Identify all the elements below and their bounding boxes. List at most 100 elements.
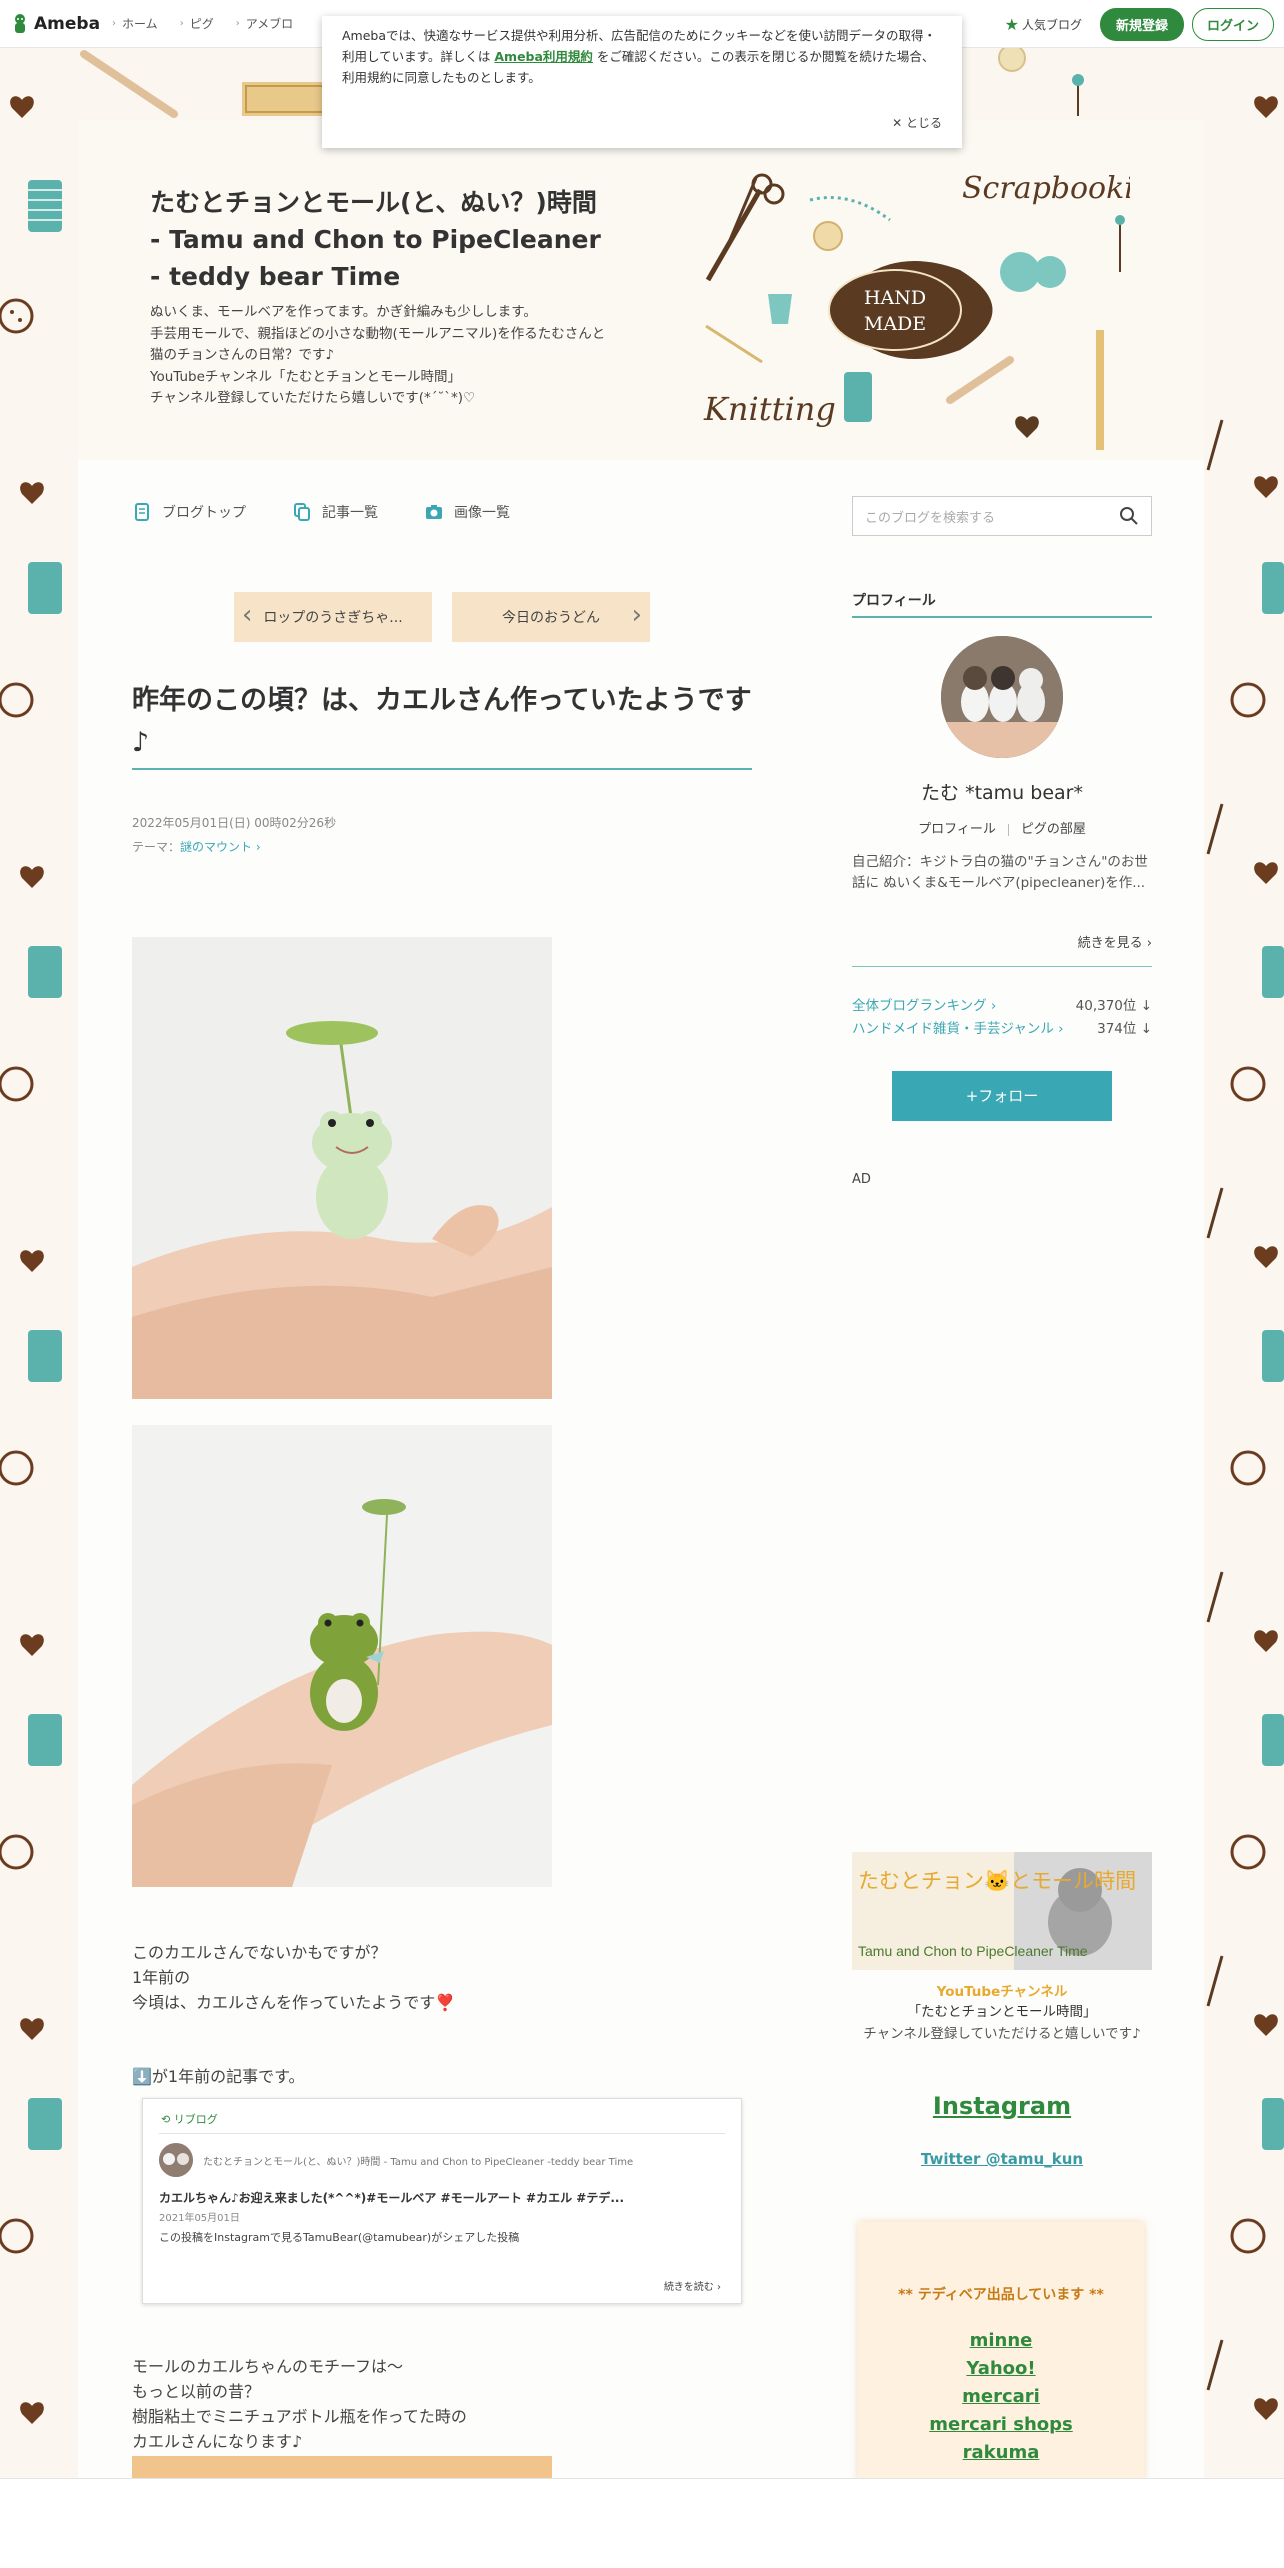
chevron-right-icon: › <box>235 18 240 29</box>
document-icon <box>135 503 149 521</box>
terms-link[interactable]: Ameba利用規約 <box>494 49 593 64</box>
needle-icon <box>1206 1187 1224 1239</box>
heart-icon <box>20 482 44 504</box>
shop-link-yahoo[interactable]: Yahoo! <box>858 2358 1144 2379</box>
shop-link-rakuma[interactable]: rakuma <box>858 2442 1144 2463</box>
article-theme: テーマ：謎のマウント › <box>132 838 261 855</box>
button-icon <box>0 298 34 334</box>
article-photo-frog-1[interactable] <box>132 937 552 1399</box>
ranking-genre[interactable]: ハンドメイド雑貨・手芸ジャンル › 374位 ↓ <box>852 1017 1152 1037</box>
button-icon <box>1230 1834 1266 1870</box>
needle-icon <box>705 324 763 364</box>
blog-title[interactable]: たむとチョンとモール(と、ぬい？)時間 - Tamu and Chon to P… <box>150 184 610 295</box>
profile-name[interactable]: たむ *tamu bear* <box>852 778 1152 805</box>
ranking-label: ハンドメイド雑貨・手芸ジャンル <box>852 1021 1054 1037</box>
blog-description-line: YouTubeチャンネル「たむとチョンとモール時間」 <box>150 368 461 385</box>
pin-icon <box>1072 74 1084 116</box>
blog-nav: ブログトップ 記事一覧 画像一覧 <box>134 502 558 522</box>
profile-more-label: 続きを見る <box>1077 936 1143 951</box>
search-icon[interactable] <box>1119 506 1139 526</box>
global-nav-home[interactable]: › ホーム <box>112 15 158 32</box>
nav-label: 画像一覧 <box>454 505 510 521</box>
knitting-script: Knitting <box>703 390 836 428</box>
shop-link-mercari[interactable]: mercari <box>858 2386 1144 2407</box>
heart-icon <box>1254 1630 1278 1652</box>
read-more-link[interactable]: 続きを読む › <box>664 2278 721 2293</box>
paragraph-line: 樹脂粘土でミニチュアボトル瓶を作ってた時の <box>132 2407 467 2426</box>
reblog-label-text: リブログ <box>173 2113 218 2126</box>
prev-article-label: ロップのうさぎちゃ... <box>263 610 403 626</box>
paragraph-line: カエルさんになります♪ <box>132 2432 303 2451</box>
reblog-label: ⟲ リブログ <box>161 2111 218 2127</box>
shop-link-minne[interactable]: minne <box>858 2330 1144 2351</box>
link-separator <box>1007 823 1009 836</box>
avatar-illustration <box>159 2143 193 2177</box>
heart-icon <box>1254 1246 1278 1268</box>
spool-icon <box>1262 562 1284 614</box>
nav-label: ブログトップ <box>162 505 246 521</box>
global-nav: › ホーム › ピグ › アメブロ <box>112 15 315 32</box>
search-input[interactable]: このブログを検索する <box>865 507 995 526</box>
shop-link-mercari-shops[interactable]: mercari shops <box>858 2414 1144 2435</box>
cookie-close-button[interactable]: ✕ とじる <box>892 113 942 134</box>
youtube-banner[interactable]: たむとチョン🐱とモール時間 Tamu and Chon to PipeClean… <box>852 1852 1152 1970</box>
pin-icon <box>1115 215 1125 272</box>
spool-icon <box>1262 1714 1284 1766</box>
article-title[interactable]: 昨年のこの頃？は、カエルさん作っていたようです♪ <box>132 680 752 764</box>
spool-icon <box>28 946 62 998</box>
ranking-value: 40,370位 <box>1075 998 1137 1014</box>
theme-name: 謎のマウント <box>180 840 253 854</box>
spool-icon <box>1262 946 1284 998</box>
register-button[interactable]: 新規登録 <box>1099 8 1184 41</box>
handmade-text: HAND <box>864 287 926 309</box>
next-article-button[interactable]: 今日のおうどん › <box>452 592 650 642</box>
handmade-text: MADE <box>864 313 926 335</box>
instagram-link[interactable]: Instagram <box>852 2092 1152 2120</box>
yarn-icon <box>1000 252 1066 292</box>
global-nav-label: アメブロ <box>245 17 294 31</box>
ranking-value: 374位 <box>1097 1021 1137 1037</box>
paragraph-line: もっと以前の昔？ <box>132 2382 261 2401</box>
popular-blog-link[interactable]: ★ 人気ブログ <box>1005 15 1082 34</box>
heart-icon <box>1254 2014 1278 2036</box>
article-photo-frog-2[interactable] <box>132 1425 552 1887</box>
theme-link[interactable]: 謎のマウント › <box>180 840 261 854</box>
nav-image-list[interactable]: 画像一覧 <box>426 502 510 522</box>
heart-icon <box>1015 416 1039 438</box>
nav-article-list[interactable]: 記事一覧 <box>294 502 378 522</box>
profile-more-link[interactable]: 続きを見る › <box>852 932 1152 951</box>
prev-article-button[interactable]: ‹ ロップのうさぎちゃ... <box>234 592 432 642</box>
global-nav-pigg[interactable]: › ピグ <box>180 15 214 32</box>
chevron-left-icon: ‹ <box>242 600 253 630</box>
article-paragraph-1: このカエルさんでないかもですが？ 1年前の 今頃は、カエルさんを作っていたようで… <box>132 1940 752 2015</box>
twitter-link[interactable]: Twitter @tamu_kun <box>852 2150 1152 2168</box>
nav-blog-top[interactable]: ブログトップ <box>134 502 246 522</box>
chevron-right-icon: › <box>631 600 642 630</box>
spool-icon <box>1262 2098 1284 2150</box>
needle-icon <box>1206 1955 1224 2007</box>
blog-search-box[interactable]: このブログを検索する <box>852 496 1152 536</box>
blog-description-line: ぬいくま、モールベアを作ってます。かぎ針編みも少しします。 <box>150 304 537 320</box>
profile-avatar[interactable] <box>941 636 1063 758</box>
spool-icon <box>1262 1330 1284 1382</box>
pigg-room-link[interactable]: ピグの部屋 <box>1021 822 1086 837</box>
heart-icon <box>1254 862 1278 884</box>
ranking-overall[interactable]: 全体ブログランキング › 40,370位 ↓ <box>852 994 1152 1014</box>
spool-icon <box>28 1714 62 1766</box>
login-button[interactable]: ログイン <box>1191 8 1274 41</box>
ameba-logo-icon <box>15 13 25 33</box>
reblog-title[interactable]: カエルちゃん♪お迎え来ました(*^^*)#モールベア #モールアート #カエル … <box>159 2189 624 2206</box>
reblog-excerpt: この投稿をInstagramで見るTamuBear(@tamubear)がシェア… <box>159 2231 520 2244</box>
frog-photo-illustration <box>132 937 552 1399</box>
shop-links-box: ** テディベア出品しています ** minne Yahoo! mercari … <box>858 2222 1144 2482</box>
popular-blog-label: 人気ブログ <box>1021 18 1082 32</box>
reblog-card[interactable]: ⟲ リブログ たむとチョンとモール(と、ぬい？)時間 - Tamu and Ch… <box>142 2098 742 2304</box>
paragraph-line: このカエルさんでないかもですが？ <box>132 1943 387 1962</box>
theme-label: テーマ： <box>132 840 181 854</box>
follow-button[interactable]: +フォロー <box>892 1071 1112 1121</box>
ameba-logo[interactable]: Ameba <box>10 12 100 36</box>
profile-link[interactable]: プロフィール <box>918 822 996 837</box>
global-nav-ameblo[interactable]: › アメブロ <box>236 15 293 32</box>
heart-icon <box>20 2018 44 2040</box>
youtube-channel-name: 「たむとチョンとモール時間」 <box>907 2004 1097 2020</box>
